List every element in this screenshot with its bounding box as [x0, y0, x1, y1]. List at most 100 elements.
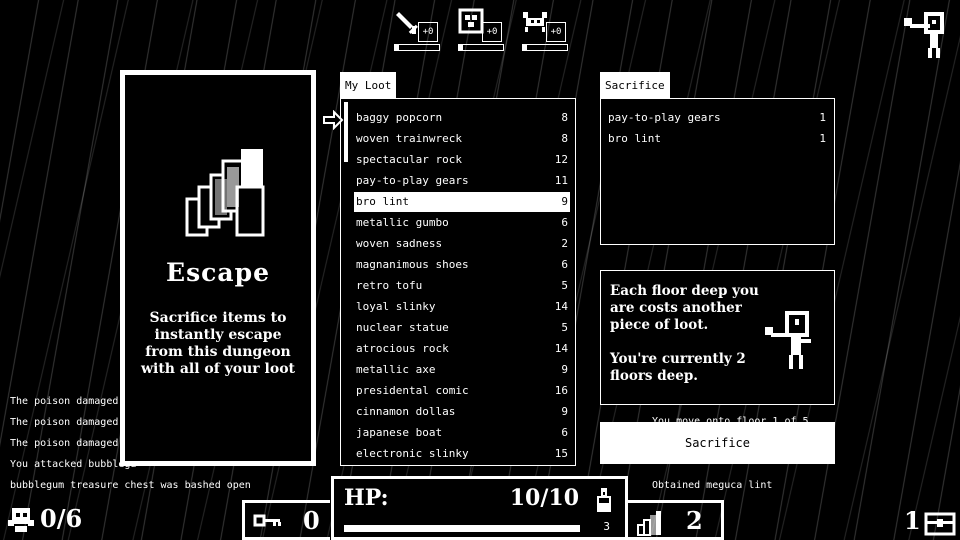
- loot-item[interactable]: retro tofu 5: [354, 276, 570, 296]
- defense-bonus: +0: [482, 22, 502, 42]
- hp-value: 10/10: [509, 485, 579, 511]
- attack-bar: [394, 44, 440, 51]
- loot-item-qty: 6: [561, 426, 568, 439]
- tab-my-loot[interactable]: My Loot: [340, 72, 397, 98]
- sacrifice-item-name: bro lint: [608, 132, 661, 145]
- log-line: The poison damaged yo: [10, 417, 137, 428]
- sacrifice-item[interactable]: bro lint 1: [606, 129, 828, 149]
- player-portrait-icon[interactable]: [902, 8, 950, 60]
- loot-item-qty: 9: [561, 405, 568, 418]
- loot-item-name: nuclear statue: [356, 321, 449, 334]
- tab-sacrifice[interactable]: Sacrifice: [600, 72, 670, 98]
- loot-item-name: woven sadness: [356, 237, 443, 250]
- cursor-arrow-icon: [323, 110, 344, 130]
- loot-item-name: retro tofu: [356, 279, 423, 292]
- loot-item-name: japanese boat: [356, 426, 443, 439]
- keys-count: 0: [303, 506, 320, 535]
- loot-item-name: loyal slinky: [356, 300, 436, 313]
- loot-item-name: bro lint: [356, 195, 409, 208]
- info-line-2: are costs another: [610, 300, 742, 316]
- loot-item-name: electronic slinky: [356, 447, 469, 460]
- sacrifice-button[interactable]: Sacrifice: [600, 422, 835, 464]
- crab-icon: [523, 12, 547, 32]
- escape-title: Escape: [166, 258, 270, 287]
- potion-icon[interactable]: [595, 487, 613, 513]
- loot-item[interactable]: metallic gumbo 6: [354, 213, 570, 233]
- loot-item-qty: 11: [554, 174, 568, 187]
- log-line: bubblegum treasure chest was bashed open: [10, 480, 251, 491]
- floor-count: 2: [686, 506, 703, 535]
- hp-bar: [344, 525, 580, 532]
- attack-bonus: +0: [418, 22, 438, 42]
- log-line: You attacked bubblega: [10, 459, 137, 470]
- loot-item-qty: 9: [561, 363, 568, 376]
- loot-item-qty: 9: [561, 195, 568, 208]
- loot-item[interactable]: magnanimous shoes 6: [354, 255, 570, 275]
- loot-item-name: woven trainwreck: [356, 132, 462, 145]
- sacrifice-item-qty: 1: [819, 111, 826, 124]
- loot-item[interactable]: metallic axe 9: [354, 360, 570, 380]
- keys-box: 0: [242, 500, 330, 540]
- loot-item[interactable]: spectacular rock 12: [354, 150, 570, 170]
- loot-item-qty: 16: [554, 384, 568, 397]
- loot-item-qty: 14: [554, 300, 568, 313]
- loot-item-name: atrocious rock: [356, 342, 449, 355]
- speed-stat: +0: [522, 8, 570, 54]
- loot-item[interactable]: baggy popcorn 8: [354, 108, 570, 128]
- info-text: Each floor deep you are costs another pi…: [610, 283, 759, 385]
- loot-item-qty: 14: [554, 342, 568, 355]
- loot-item[interactable]: cinnamon dollas 9: [354, 402, 570, 422]
- loot-item[interactable]: electronic slinky 15: [354, 444, 570, 464]
- loot-item-qty: 5: [561, 321, 568, 334]
- loot-item-name: metallic axe: [356, 363, 436, 376]
- loot-item-qty: 6: [561, 216, 568, 229]
- info-line-1: Each floor deep you: [610, 283, 759, 299]
- hp-label: HP:: [344, 485, 389, 511]
- loot-item[interactable]: presidental comic 16: [354, 381, 570, 401]
- loot-item[interactable]: woven sadness 2: [354, 234, 570, 254]
- loot-item[interactable]: atrocious rock 14: [354, 339, 570, 359]
- loot-item[interactable]: bro lint 9: [354, 192, 570, 212]
- guide-character-icon: [765, 311, 811, 369]
- speed-bonus: +0: [546, 22, 566, 42]
- chest-icon: [924, 512, 956, 536]
- escape-description: Sacrifice items to instantly escape from…: [140, 310, 296, 377]
- loot-item-name: spectacular rock: [356, 153, 462, 166]
- loot-item-qty: 5: [561, 279, 568, 292]
- loot-item[interactable]: loyal slinky 14: [354, 297, 570, 317]
- loot-item-qty: 8: [561, 132, 568, 145]
- log-line-obtained: Obtained meguca lint: [652, 480, 773, 491]
- loot-item[interactable]: pay-to-play gears 11: [354, 171, 570, 191]
- sword-icon: [396, 12, 418, 34]
- speed-bar: [522, 44, 568, 51]
- hp-box: HP: 10/10 3: [331, 476, 628, 540]
- log-line: The poison damaged yo: [10, 438, 137, 449]
- loot-item-name: cinnamon dollas: [356, 405, 456, 418]
- kills-counter: 0/6: [40, 504, 83, 533]
- info-line-4: You're currently 2: [610, 351, 746, 367]
- loot-item-name: magnanimous shoes: [356, 258, 469, 271]
- stairs-icon: [185, 149, 265, 237]
- stairs-small-icon: [637, 511, 661, 536]
- loot-item-qty: 12: [554, 153, 568, 166]
- info-line-3: piece of loot.: [610, 317, 709, 333]
- floor-box: 2: [628, 500, 724, 540]
- sacrifice-item[interactable]: pay-to-play gears 1: [606, 108, 828, 128]
- loot-scrollbar[interactable]: [344, 102, 348, 162]
- loot-item-qty: 2: [561, 237, 568, 250]
- attack-stat: +0: [394, 8, 442, 54]
- escape-card-bottom: [120, 396, 316, 466]
- loot-item-name: baggy popcorn: [356, 111, 443, 124]
- defense-stat: +0: [458, 8, 506, 54]
- skull-icon: [8, 508, 34, 532]
- loot-item[interactable]: nuclear statue 5: [354, 318, 570, 338]
- chests-count: 1: [904, 506, 921, 535]
- loot-item-qty: 8: [561, 111, 568, 124]
- loot-item-name: presidental comic: [356, 384, 469, 397]
- loot-item[interactable]: woven trainwreck 8: [354, 129, 570, 149]
- key-icon: [253, 514, 281, 527]
- loot-item-qty: 6: [561, 258, 568, 271]
- loot-item[interactable]: japanese boat 6: [354, 423, 570, 443]
- info-line-5: floors deep.: [610, 368, 698, 384]
- loot-item-name: metallic gumbo: [356, 216, 449, 229]
